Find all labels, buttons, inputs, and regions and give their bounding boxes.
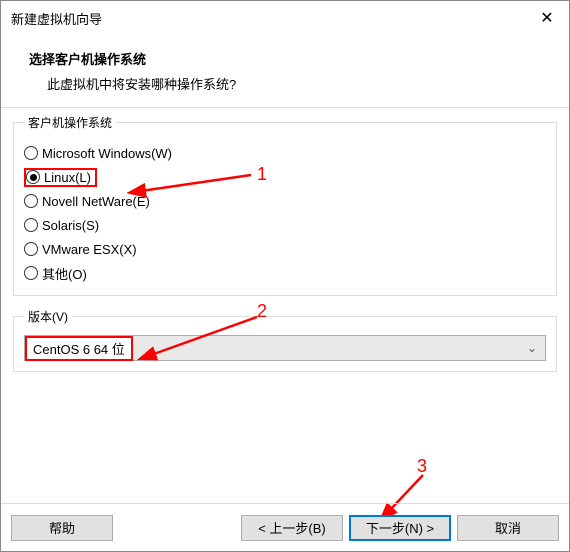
os-group-legend: 客户机操作系统 [24, 114, 116, 131]
button-label: < 上一步(B) [258, 518, 326, 537]
radio-icon [24, 218, 38, 232]
radio-option-novell[interactable]: Novell NetWare(E) [24, 189, 546, 213]
radio-option-solaris[interactable]: Solaris(S) [24, 213, 546, 237]
back-button[interactable]: < 上一步(B) [241, 515, 343, 541]
window-title: 新建虚拟机向导 [11, 9, 102, 28]
os-group: 客户机操作系统 Microsoft Windows(W) Linux(L) No… [13, 114, 557, 296]
page-subtitle: 此虚拟机中将安装哪种操作系统? [29, 74, 551, 93]
radio-label: Novell NetWare(E) [42, 194, 150, 209]
page-title: 选择客户机操作系统 [29, 49, 551, 68]
radio-option-vmwareesx[interactable]: VMware ESX(X) [24, 237, 546, 261]
annotation-highlight-1: Linux(L) [24, 168, 97, 187]
radio-option-linux[interactable]: Linux(L) [24, 165, 546, 189]
radio-option-windows[interactable]: Microsoft Windows(W) [24, 141, 546, 165]
version-dropdown[interactable]: CentOS 6 64 位 ⌄ [24, 335, 546, 361]
button-label: 下一步(N) > [366, 518, 434, 537]
wizard-header: 选择客户机操作系统 此虚拟机中将安装哪种操作系统? [1, 35, 569, 107]
version-group: 版本(V) CentOS 6 64 位 ⌄ [13, 308, 557, 372]
close-icon: ✕ [540, 8, 553, 28]
radio-icon [24, 146, 38, 160]
radio-option-other[interactable]: 其他(O) [24, 261, 546, 285]
radio-icon [24, 242, 38, 256]
help-button[interactable]: 帮助 [11, 515, 113, 541]
radio-icon [26, 170, 40, 184]
wizard-footer: 帮助 < 上一步(B) 下一步(N) > 取消 [1, 503, 569, 551]
radio-label: Linux(L) [44, 170, 91, 185]
titlebar: 新建虚拟机向导 ✕ [1, 1, 569, 35]
radio-icon [24, 266, 38, 280]
radio-label: Microsoft Windows(W) [42, 146, 172, 161]
close-button[interactable]: ✕ [525, 1, 569, 35]
dropdown-selected-value: CentOS 6 64 位 [25, 336, 133, 361]
button-label: 帮助 [49, 518, 75, 537]
next-button[interactable]: 下一步(N) > [349, 515, 451, 541]
radio-label: VMware ESX(X) [42, 242, 137, 257]
button-label: 取消 [495, 518, 521, 537]
cancel-button[interactable]: 取消 [457, 515, 559, 541]
version-group-legend: 版本(V) [24, 308, 72, 325]
content-area: 客户机操作系统 Microsoft Windows(W) Linux(L) No… [1, 108, 569, 372]
chevron-down-icon: ⌄ [519, 341, 545, 355]
radio-label: 其他(O) [42, 264, 87, 283]
radio-label: Solaris(S) [42, 218, 99, 233]
radio-icon [24, 194, 38, 208]
annotation-number-3: 3 [417, 456, 427, 477]
